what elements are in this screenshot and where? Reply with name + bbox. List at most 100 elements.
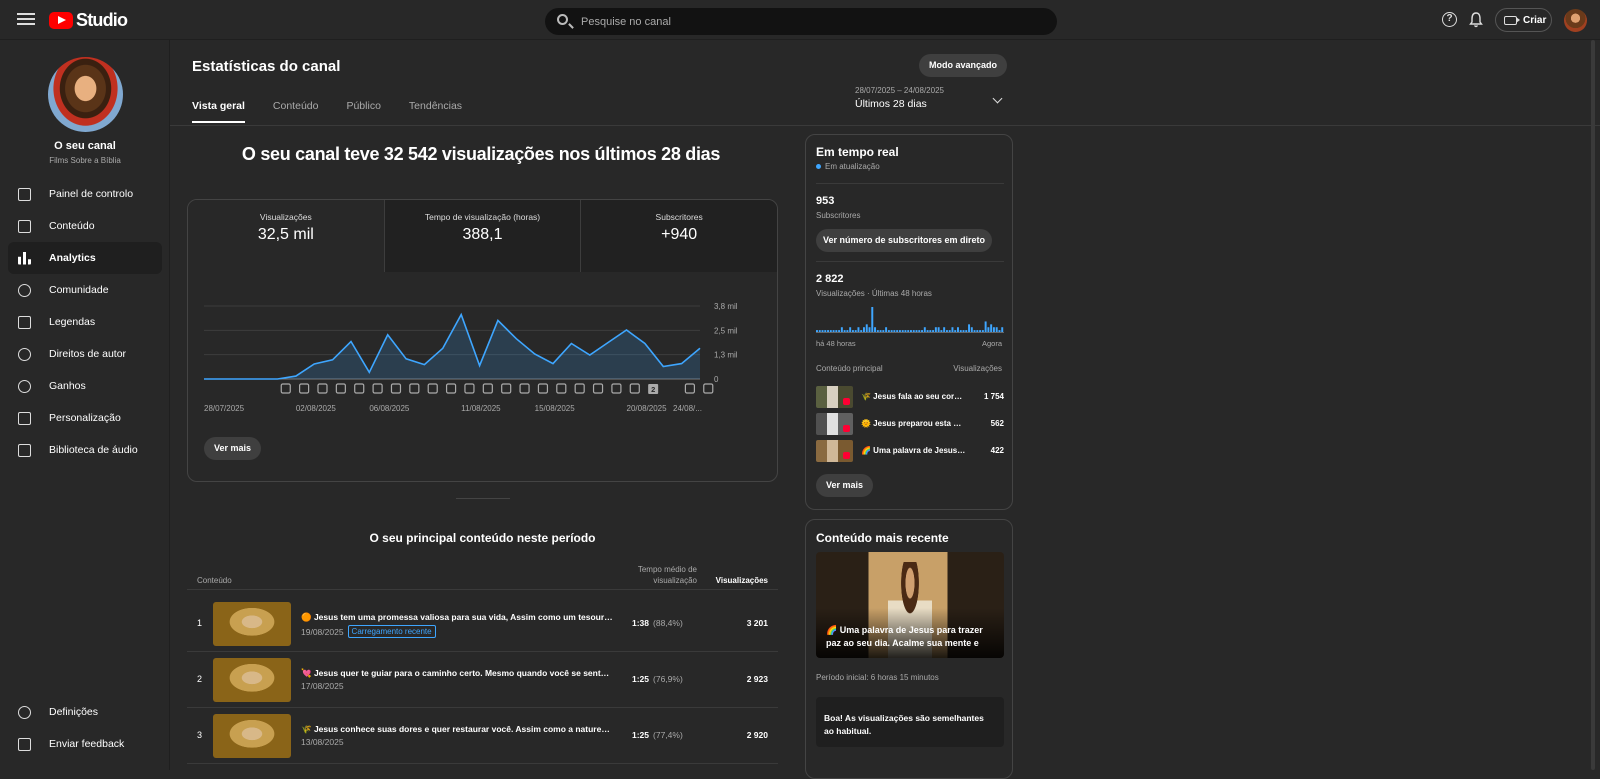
video-title[interactable]: 💘 Jesus quer te guiar para o caminho cer… — [301, 668, 613, 679]
youtube-logo-icon — [49, 12, 73, 29]
dashboard-icon — [18, 188, 31, 201]
avg-duration-percent: (88,4%) — [653, 618, 683, 628]
upload-marker — [594, 384, 603, 393]
overview-stats-card: Visualizações 32,5 mil Tempo de visualiz… — [187, 199, 778, 482]
search-input[interactable] — [581, 8, 1041, 35]
section-divider — [456, 498, 510, 499]
upload-marker — [502, 384, 511, 393]
video-thumbnail[interactable] — [213, 714, 291, 758]
settings-icon — [18, 706, 31, 719]
upload-marker — [410, 384, 419, 393]
list-item[interactable]: 🌾 Jesus fala ao seu coração 1 754 — [816, 386, 1004, 408]
bell-icon[interactable] — [1469, 12, 1483, 28]
tab-content[interactable]: Conteúdo — [273, 100, 319, 123]
community-icon — [18, 284, 31, 297]
upload-marker — [538, 384, 547, 393]
spark-axis-start: há 48 horas — [816, 339, 856, 348]
x-tick-label: 06/08/2025 — [369, 404, 410, 413]
page-title: Estatísticas do canal — [192, 58, 340, 75]
tabs-divider — [170, 125, 1600, 126]
channel-subtitle: Films Sobre a Bíblia — [0, 156, 170, 165]
upload-marker — [391, 384, 400, 393]
stats-see-more-button[interactable]: Ver mais — [204, 437, 261, 460]
studio-logo[interactable]: Studio — [49, 10, 127, 31]
sidebar-item-subtitles[interactable]: Legendas — [8, 306, 162, 338]
main-content: Estatísticas do canal Modo avançado Vist… — [170, 40, 1600, 770]
hamburger-menu-icon[interactable] — [16, 10, 36, 30]
realtime-title: Em tempo real — [816, 145, 899, 159]
list-item[interactable]: 🌞 Jesus preparou esta palavra 562 — [816, 413, 1004, 435]
sidebar-item-customization[interactable]: Personalização — [8, 402, 162, 434]
sidebar-item-feedback[interactable]: Enviar feedback — [8, 728, 162, 760]
latest-video-thumbnail[interactable]: 🌈 Uma palavra de Jesus para trazer paz a… — [816, 552, 1004, 658]
create-video-icon — [1504, 16, 1517, 25]
list-item[interactable]: 🌈 Uma palavra de Jesus para você 422 — [816, 440, 1004, 462]
sidebar-item-dashboard[interactable]: Painel de controlo — [8, 178, 162, 210]
tab-overview[interactable]: Vista geral — [192, 100, 245, 123]
channel-avatar[interactable] — [48, 57, 123, 132]
video-title[interactable]: 🌾 Jesus conhece suas dores e quer restau… — [301, 724, 613, 735]
upload-marker — [685, 384, 694, 393]
account-avatar[interactable] — [1564, 9, 1587, 32]
upload-marker — [520, 384, 529, 393]
video-title[interactable]: 🟠 Jesus tem uma promessa valiosa para su… — [301, 612, 613, 623]
live-subscriber-count-button[interactable]: Ver número de subscritores em direto — [816, 229, 992, 252]
sidebar-item-analytics[interactable]: Analytics — [8, 242, 162, 274]
upload-marker — [336, 384, 345, 393]
metric-value: 32,5 mil — [188, 226, 384, 244]
sidebar-item-community[interactable]: Comunidade — [8, 274, 162, 306]
video-date-line: 17/08/2025 — [301, 681, 344, 691]
video-date-line: 13/08/2025 — [301, 737, 344, 747]
realtime-see-more-button[interactable]: Ver mais — [816, 474, 873, 497]
spark-bar — [871, 307, 873, 333]
column-avg-view-duration[interactable]: Tempo médio de visualização — [597, 564, 697, 586]
upload-marker — [704, 384, 713, 393]
realtime-col-content: Conteúdo principal — [816, 364, 883, 373]
sidebar-item-earn[interactable]: Ganhos — [8, 370, 162, 402]
video-views: 2 923 — [747, 674, 768, 684]
tab-audience[interactable]: Público — [346, 100, 380, 123]
sidebar-item-settings[interactable]: Definições — [8, 696, 162, 728]
advanced-mode-button[interactable]: Modo avançado — [919, 54, 1007, 77]
avg-view-duration: 1:38(88,4%) — [632, 618, 683, 628]
audio-library-icon — [18, 444, 31, 457]
table-row[interactable]: 1 🟠 Jesus tem uma promessa valiosa para … — [187, 596, 778, 652]
realtime-status-text: Em atualização — [825, 162, 880, 171]
latest-video-insight: Boa! As visualizações são semelhantes ao… — [816, 697, 1004, 747]
metric-label: Tempo de visualização (horas) — [385, 212, 581, 222]
create-button[interactable]: Criar — [1495, 8, 1552, 32]
spark-bar — [968, 324, 970, 333]
realtime-views-bar-chart[interactable] — [816, 305, 1004, 333]
metric-tabs: Visualizações 32,5 mil Tempo de visualiz… — [188, 200, 777, 272]
search-bar[interactable] — [545, 8, 1057, 35]
realtime-card: Em tempo real Em atualização 953 Subscri… — [805, 134, 1013, 510]
sidebar-item-copyright[interactable]: Direitos de autor — [8, 338, 162, 370]
metric-views[interactable]: Visualizações 32,5 mil — [188, 200, 385, 272]
help-icon[interactable]: ? — [1442, 12, 1457, 27]
metric-value: 388,1 — [385, 226, 581, 244]
views-chart[interactable]: 3,8 mil2,5 mil1,3 mil0228/07/202502/08/2… — [188, 272, 778, 422]
feedback-icon — [18, 738, 31, 751]
metric-watch-time[interactable]: Tempo de visualização (horas) 388,1 — [385, 200, 582, 272]
date-range-picker[interactable]: 28/07/2025 – 24/08/2025 Últimos 28 dias — [855, 86, 1007, 110]
column-views[interactable]: Visualizações — [716, 576, 768, 585]
page-scrollbar[interactable] — [1590, 40, 1596, 770]
upload-marker — [281, 384, 290, 393]
tab-trends[interactable]: Tendências — [409, 100, 462, 123]
metric-subscribers[interactable]: Subscritores +940 — [581, 200, 777, 272]
video-thumbnail[interactable] — [213, 658, 291, 702]
table-row[interactable]: 3 🌾 Jesus conhece suas dores e quer rest… — [187, 708, 778, 764]
sidebar-item-label: Definições — [49, 706, 98, 718]
video-date: 13/08/2025 — [301, 737, 344, 747]
logo-text: Studio — [76, 10, 127, 31]
sidebar-item-content[interactable]: Conteúdo — [8, 210, 162, 242]
video-thumbnail[interactable] — [213, 602, 291, 646]
sidebar-item-audio-library[interactable]: Biblioteca de áudio — [8, 434, 162, 466]
spark-bar — [985, 321, 987, 333]
table-row[interactable]: 2 💘 Jesus quer te guiar para o caminho c… — [187, 652, 778, 708]
date-range-dates: 28/07/2025 – 24/08/2025 — [855, 86, 1007, 95]
realtime-subscribers-label: Subscritores — [816, 211, 860, 220]
row-rank: 2 — [197, 674, 202, 684]
upload-marker — [575, 384, 584, 393]
sidebar-item-label: Ganhos — [49, 380, 86, 392]
